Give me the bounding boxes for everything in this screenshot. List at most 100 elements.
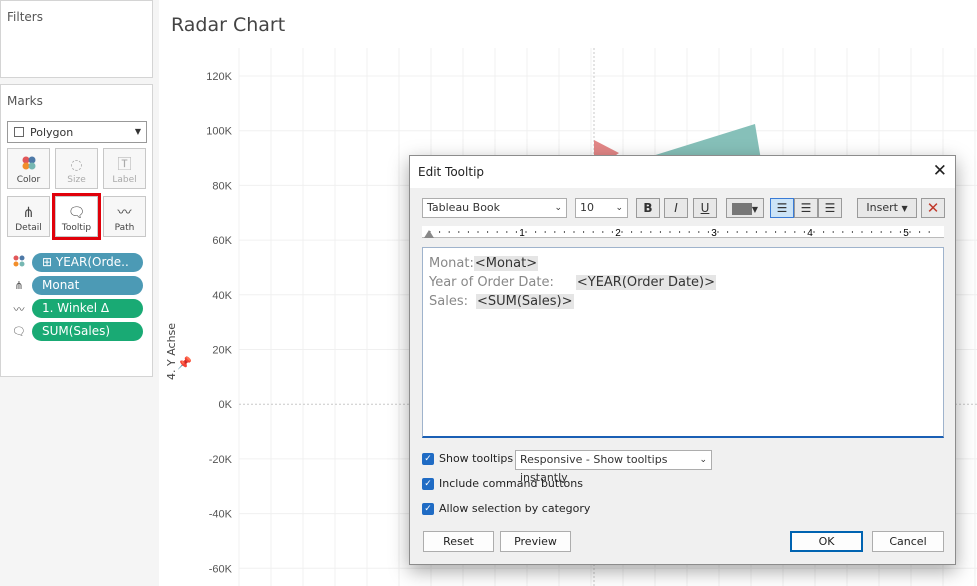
- font-size-value: 10: [580, 201, 594, 214]
- underline-button[interactable]: U: [693, 198, 717, 218]
- color-icon: [11, 255, 27, 270]
- tooltip-text-editor[interactable]: Monat: <Monat> Year of Order Date: <YEAR…: [422, 247, 944, 438]
- tooltip-line-sales: Sales: <SUM(Sales)>: [429, 292, 937, 311]
- edit-tooltip-dialog: Edit Tooltip ✕ Tableau Book ⌄ 10 ⌄ B I U…: [409, 155, 956, 565]
- field-tag: <Monat>: [473, 256, 539, 271]
- include-cmd-label: Include command buttons: [439, 477, 583, 490]
- polygon-icon: [14, 127, 24, 137]
- detail-icon: ⋔: [14, 279, 24, 292]
- y-tick-label: 20K: [212, 345, 232, 357]
- dialog-header: Edit Tooltip ✕: [410, 156, 955, 188]
- allow-sel-checkbox[interactable]: ✓: [422, 502, 434, 515]
- close-icon[interactable]: ✕: [933, 161, 947, 181]
- y-tick-label: 100K: [206, 126, 232, 138]
- mark-type-dropdown[interactable]: Polygon ▼: [7, 121, 147, 143]
- font-family-select[interactable]: Tableau Book ⌄: [422, 198, 567, 218]
- align-left-icon: ☰: [776, 201, 788, 215]
- size-card-label: Size: [67, 175, 86, 185]
- y-tick-label: 40K: [212, 290, 232, 302]
- detail-card[interactable]: ⋔ Detail: [7, 196, 50, 237]
- show-tooltips-checkbox[interactable]: ✓: [422, 452, 434, 465]
- chevron-down-icon: ▼: [134, 127, 141, 136]
- align-right-icon: ☰: [824, 201, 836, 215]
- y-tick-label: -20K: [209, 454, 233, 466]
- align-center-icon: ☰: [800, 201, 812, 215]
- label-card-label: Label: [112, 175, 137, 185]
- label-icon: 🅃: [117, 157, 132, 173]
- pill-row-year: ⊞ YEAR(Orde..: [11, 253, 143, 272]
- y-tick-label: -60K: [209, 563, 233, 575]
- pill-row-sales: 🗨 SUM(Sales): [11, 322, 143, 341]
- show-tooltips-row: ✓ Show tooltips: [422, 452, 513, 465]
- font-size-select[interactable]: 10 ⌄: [575, 198, 628, 218]
- label-card[interactable]: 🅃 Label: [103, 148, 146, 189]
- tooltip-line-year: Year of Order Date: <YEAR(Order Date)>: [429, 273, 937, 292]
- insert-label: Insert: [866, 201, 898, 214]
- marks-title: Marks: [7, 94, 43, 108]
- size-card[interactable]: ◌ Size: [55, 148, 98, 189]
- sales-pill[interactable]: SUM(Sales): [32, 322, 143, 341]
- color-card-label: Color: [16, 175, 41, 185]
- color-card[interactable]: Color: [7, 148, 50, 189]
- clear-format-button[interactable]: ✕: [921, 198, 945, 218]
- y-tick-label: 0K: [219, 399, 233, 411]
- chevron-down-icon: ⌄: [554, 203, 562, 213]
- yaxis-title: 4. Y Achse: [165, 322, 178, 380]
- tooltip-label: Year of Order Date:: [429, 275, 554, 290]
- path-card-label: Path: [114, 223, 135, 233]
- tooltip-card[interactable]: 🗨 Tooltip: [52, 193, 101, 240]
- show-tooltips-label: Show tooltips: [439, 452, 514, 465]
- chevron-down-icon: ▼: [751, 205, 759, 214]
- ruler[interactable]: 1 2 3 4 5: [422, 226, 944, 239]
- italic-button[interactable]: I: [664, 198, 688, 218]
- color-icon: [21, 155, 37, 175]
- tooltip-mode-select[interactable]: Responsive - Show tooltips instantly ⌄: [515, 450, 712, 484]
- path-icon: 〰: [13, 302, 25, 316]
- pin-icon[interactable]: 📌: [177, 356, 192, 370]
- ruler-marks: 1 2 3 4 5: [424, 228, 930, 239]
- y-tick-label: 60K: [212, 235, 232, 247]
- tooltip-label: Monat:: [429, 256, 474, 271]
- detail-icon: ⋔: [22, 205, 35, 221]
- ruler-label: 1: [519, 228, 525, 238]
- align-right-button[interactable]: ☰: [818, 198, 842, 218]
- text-color-button[interactable]: ▼: [726, 198, 764, 218]
- marks-pane: Marks Polygon ▼ Color ◌ Size 🅃 Label ⋔ D…: [0, 84, 153, 377]
- dialog-title: Edit Tooltip: [418, 165, 485, 179]
- ok-button[interactable]: OK: [790, 531, 863, 552]
- cancel-button[interactable]: Cancel: [872, 531, 944, 552]
- y-tick-label: 80K: [212, 180, 232, 192]
- chevron-down-icon: ⌄: [699, 455, 707, 465]
- detail-card-label: Detail: [15, 223, 42, 233]
- font-family-value: Tableau Book: [427, 201, 501, 214]
- year-order-pill[interactable]: ⊞ YEAR(Orde..: [32, 253, 143, 272]
- pill-row-winkel: 〰 1. Winkel Δ: [11, 299, 143, 318]
- chevron-down-icon: ⌄: [615, 203, 623, 213]
- tooltip-card-label: Tooltip: [61, 223, 92, 233]
- reset-button[interactable]: Reset: [423, 531, 494, 552]
- align-center-button[interactable]: ☰: [794, 198, 818, 218]
- size-icon: ◌: [70, 157, 83, 173]
- pill-row-monat: ⋔ Monat: [11, 276, 143, 295]
- path-card[interactable]: 〰 Path: [103, 196, 146, 237]
- ruler-indent-marker[interactable]: [424, 230, 434, 238]
- filters-pane: Filters: [0, 0, 153, 78]
- ruler-label: 2: [615, 228, 621, 238]
- ruler-label: 3: [711, 228, 717, 238]
- filters-title: Filters: [7, 10, 43, 24]
- field-tag: <SUM(Sales)>: [475, 294, 574, 309]
- include-cmd-checkbox[interactable]: ✓: [422, 477, 434, 490]
- ruler-label: 5: [903, 228, 909, 238]
- ruler-label: 4: [807, 228, 813, 238]
- path-icon: 〰: [117, 205, 132, 221]
- bold-button[interactable]: B: [636, 198, 660, 218]
- preview-button[interactable]: Preview: [500, 531, 571, 552]
- tooltip-label: Sales:: [429, 294, 468, 309]
- align-left-button[interactable]: ☰: [770, 198, 794, 218]
- field-tag: <YEAR(Order Date)>: [575, 275, 717, 290]
- tooltip-line-monat: Monat: <Monat>: [429, 254, 937, 273]
- winkel-pill[interactable]: 1. Winkel Δ: [32, 299, 143, 318]
- mark-type-value: Polygon: [30, 125, 74, 139]
- monat-pill[interactable]: Monat: [32, 276, 143, 295]
- insert-menu-button[interactable]: Insert ▼: [857, 198, 917, 218]
